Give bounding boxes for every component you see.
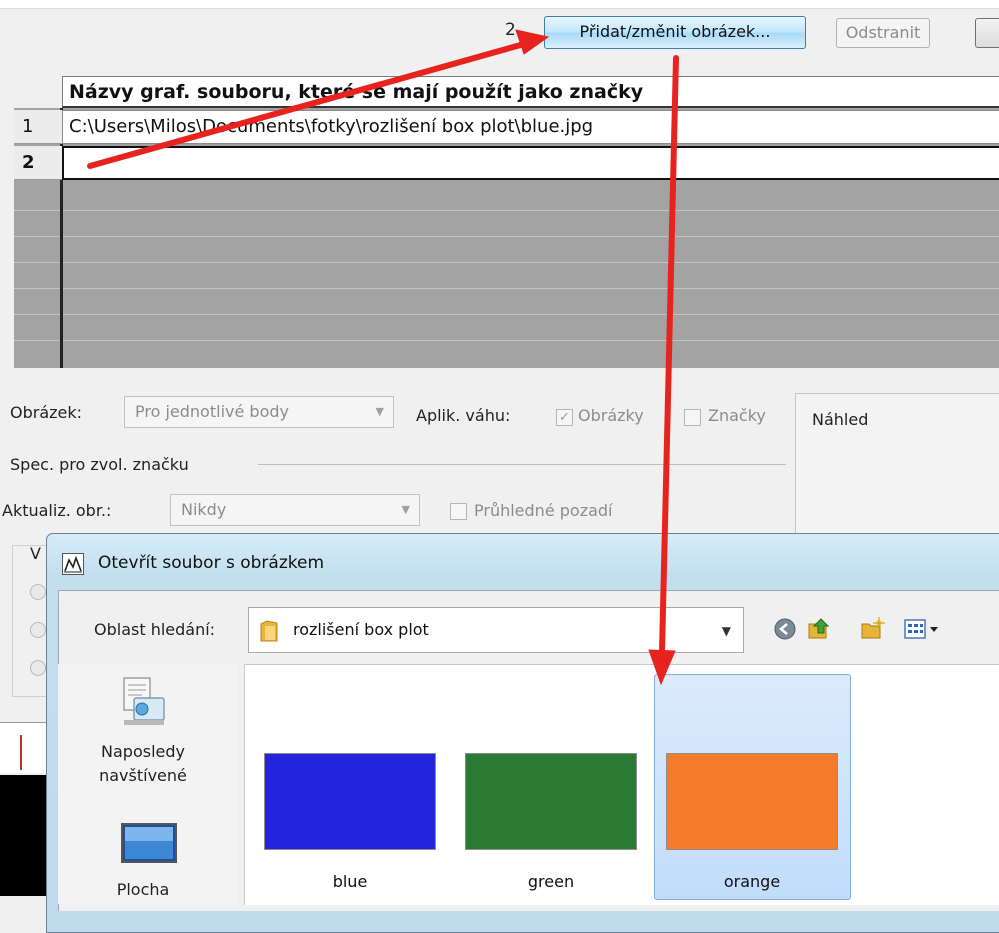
- file-name-green[interactable]: green: [465, 872, 637, 891]
- transparent-background-checkbox[interactable]: [450, 503, 467, 520]
- grid-line: [14, 262, 999, 263]
- file-name-blue[interactable]: blue: [264, 872, 436, 891]
- images-checkbox[interactable]: ✓: [556, 409, 573, 426]
- grid-column-header[interactable]: Názvy graf. souboru, které se mají použí…: [62, 76, 999, 108]
- back-icon[interactable]: [772, 616, 798, 642]
- add-change-image-button[interactable]: Přidat/změnit obrázek...: [544, 16, 806, 49]
- up-folder-icon[interactable]: [806, 616, 832, 642]
- preview-label: Náhled: [812, 410, 869, 429]
- recent-places-label[interactable]: Naposledy navštívené: [84, 740, 202, 788]
- grid-cell-filename[interactable]: C:\Users\Milos\Documents\fotky\rozlišení…: [62, 110, 999, 144]
- file-thumbnail-blue[interactable]: [264, 753, 436, 850]
- dark-panel-fragment: [0, 775, 46, 896]
- chevron-down-icon: ▼: [375, 405, 384, 418]
- recent-places-label-line1: Naposledy: [101, 742, 185, 761]
- grid-corner: [14, 76, 62, 108]
- file-thumbnail-orange[interactable]: [666, 753, 838, 850]
- grid-line: [14, 210, 999, 211]
- image-mode-value: Pro jednotlivé body: [135, 402, 289, 421]
- grid-line: [14, 340, 999, 341]
- recent-places-label-line2: navštívené: [99, 766, 187, 785]
- transparent-background-label: Průhledné pozadí: [474, 501, 613, 520]
- folder-icon: [260, 620, 278, 642]
- grid-line: [14, 288, 999, 289]
- grid-cell-active[interactable]: [62, 146, 999, 180]
- radio-button[interactable]: [30, 660, 46, 676]
- views-menu-icon[interactable]: [903, 616, 943, 642]
- file-name-orange[interactable]: orange: [666, 872, 838, 891]
- truncated-button[interactable]: [975, 18, 999, 48]
- desktop-label[interactable]: Plocha: [84, 880, 202, 899]
- image-label: Obrázek:: [10, 403, 83, 422]
- group-box-title-fragment: V: [30, 544, 41, 563]
- radio-button[interactable]: [30, 584, 46, 600]
- apply-weight-label: Aplik. váhu:: [416, 406, 511, 425]
- chevron-down-icon: ▼: [401, 503, 410, 516]
- chevron-down-icon: ▼: [721, 624, 731, 638]
- grid-line: [14, 314, 999, 315]
- update-image-select[interactable]: Nikdy ▼: [170, 494, 420, 526]
- chart-line-fragment: [20, 735, 22, 770]
- window-top-edge: [0, 0, 999, 9]
- row-index-label: 2: [505, 20, 516, 40]
- update-image-value: Nikdy: [181, 500, 227, 519]
- remove-button[interactable]: Odstranit: [836, 18, 930, 48]
- app-icon: [62, 553, 84, 575]
- images-checkbox-label: Obrázky: [578, 406, 644, 425]
- desktop-icon[interactable]: [120, 822, 178, 866]
- dialog-title: Otevřít soubor s obrázkem: [98, 553, 325, 573]
- image-mode-select[interactable]: Pro jednotlivé body ▼: [124, 396, 394, 428]
- spec-marker-label: Spec. pro zvol. značku: [10, 455, 189, 474]
- row-header-2[interactable]: 2: [14, 146, 62, 180]
- markers-checkbox-label: Značky: [708, 406, 766, 425]
- recent-places-icon[interactable]: [120, 676, 168, 728]
- grid-line: [14, 236, 999, 237]
- file-thumbnail-green[interactable]: [465, 753, 637, 850]
- chart-preview-fragment: [0, 722, 46, 773]
- look-in-value: rozlišení box plot: [293, 620, 429, 639]
- look-in-label: Oblast hledání:: [94, 620, 216, 639]
- look-in-select[interactable]: rozlišení box plot ▼: [248, 607, 744, 653]
- radio-button[interactable]: [30, 622, 46, 638]
- update-image-label: Aktualiz. obr.:: [2, 501, 112, 520]
- markers-checkbox[interactable]: [684, 409, 701, 426]
- row-header-1[interactable]: 1: [14, 110, 62, 144]
- group-separator: [258, 464, 786, 465]
- new-folder-icon[interactable]: [860, 616, 886, 642]
